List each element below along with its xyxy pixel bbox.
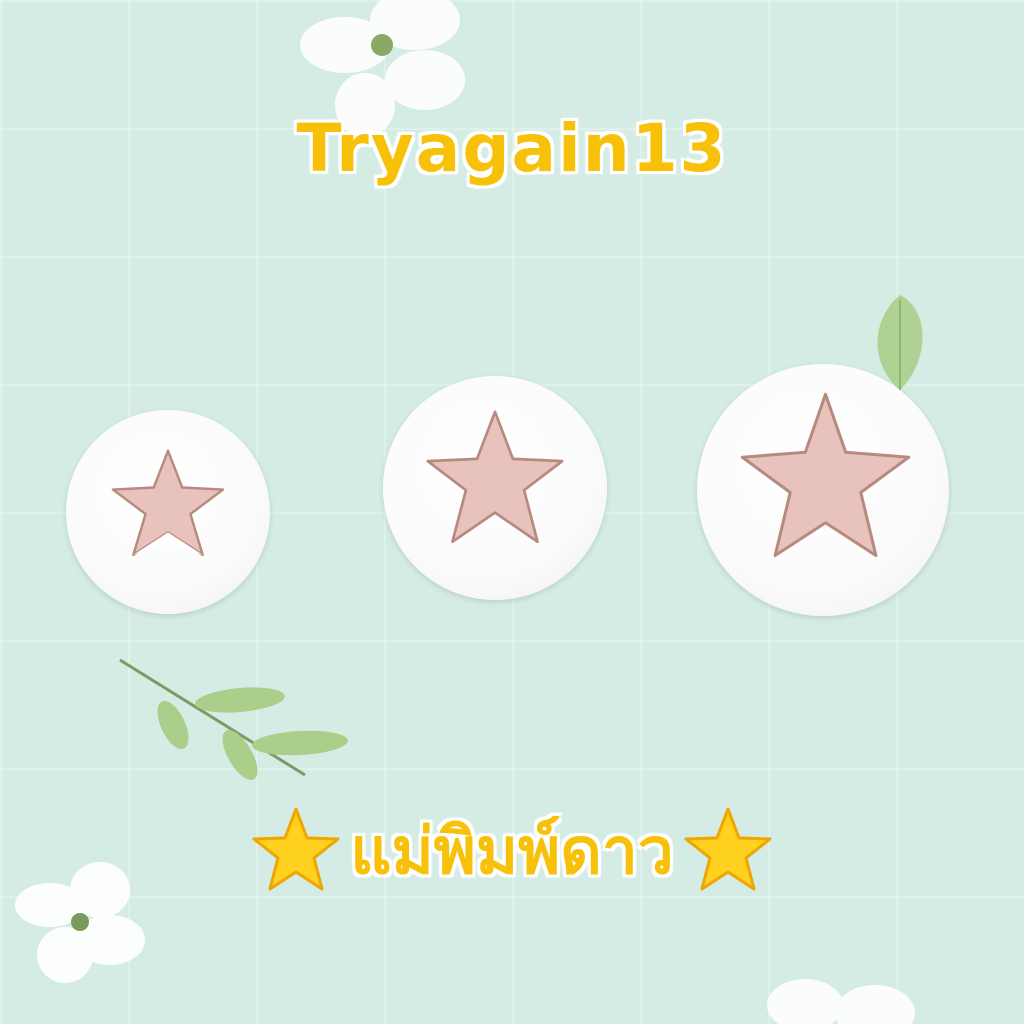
branch-decoration-left	[119, 658, 348, 780]
star-emoji-icon	[684, 807, 772, 891]
star-icon	[111, 449, 225, 557]
large-star-plunger-cutter	[697, 364, 949, 616]
star-emoji-icon	[252, 807, 340, 891]
product-title-row: แม่พิมพ์ดาว	[0, 800, 1024, 902]
star-icon	[740, 392, 911, 558]
small-star-plunger-cutter	[66, 410, 270, 614]
product-title: แม่พิมพ์ดาว	[350, 815, 674, 889]
star-icon	[426, 410, 564, 544]
medium-star-plunger-cutter	[383, 376, 607, 600]
flower-decoration-bottom-right	[767, 979, 915, 1024]
brand-title: Tryagain13	[296, 110, 728, 187]
